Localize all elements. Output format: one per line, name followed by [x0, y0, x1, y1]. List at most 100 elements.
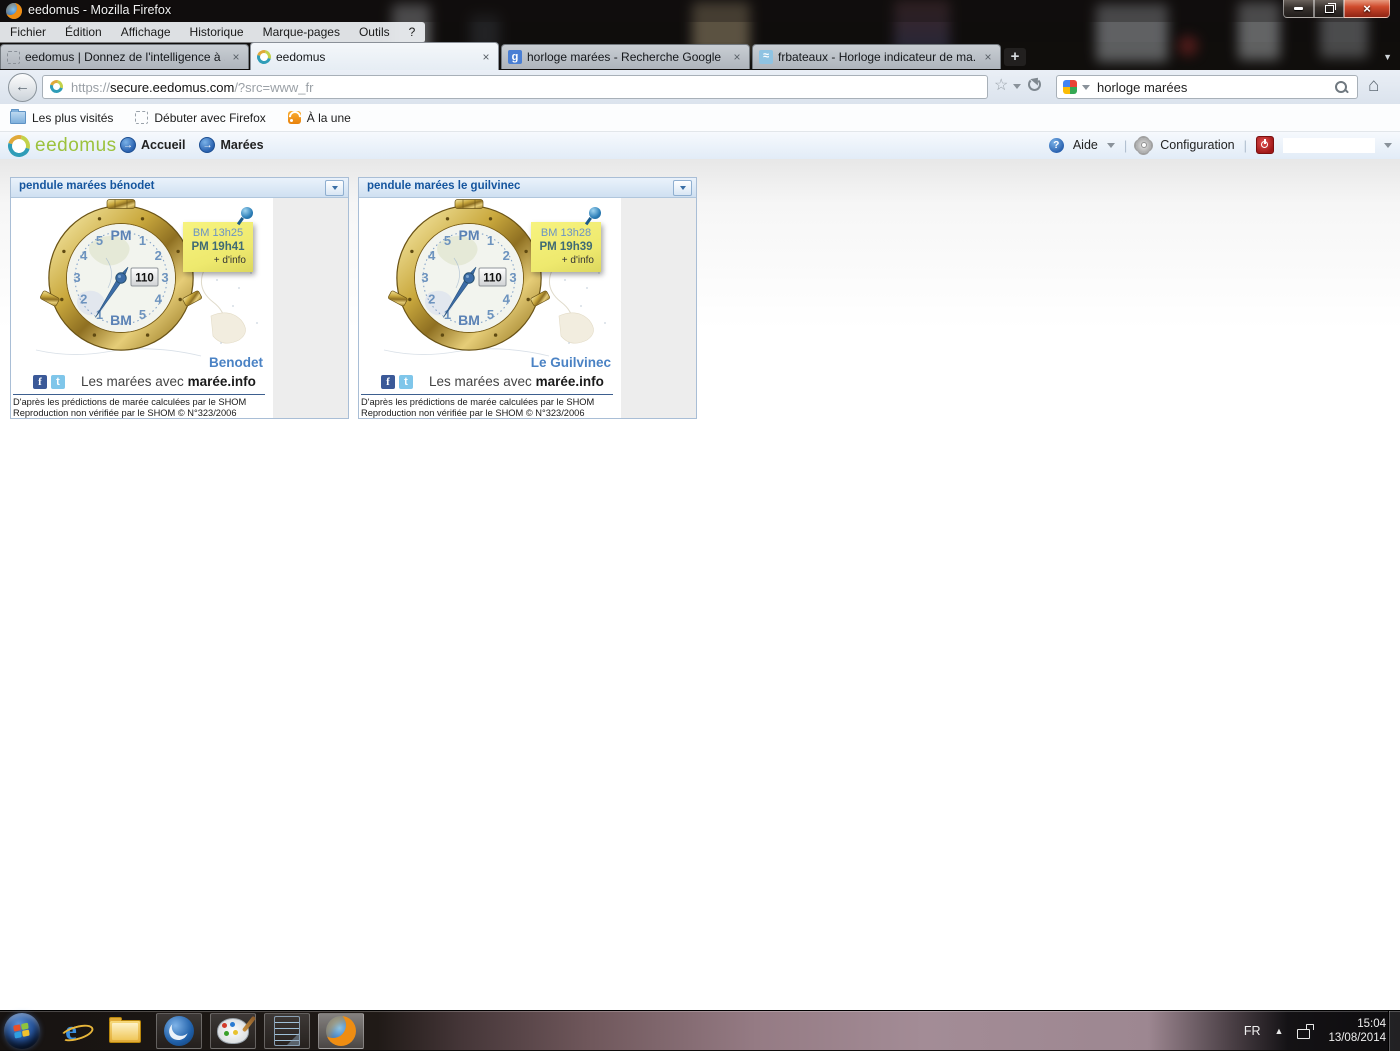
- menu-fichier[interactable]: Fichier: [10, 25, 46, 39]
- nav-label: Marées: [220, 138, 263, 152]
- search-input[interactable]: [1095, 77, 1329, 97]
- minimize-button[interactable]: [1283, 0, 1314, 18]
- menu-outils[interactable]: Outils: [359, 25, 390, 39]
- firefox-window-icon: [6, 3, 22, 19]
- tab-close-icon[interactable]: ×: [982, 50, 994, 64]
- google-search-icon[interactable]: [1063, 80, 1077, 94]
- clock-number: 5: [444, 233, 451, 248]
- home-icon[interactable]: ⌂: [1368, 73, 1379, 99]
- restore-button[interactable]: [1314, 0, 1344, 18]
- help-dropdown-icon[interactable]: [1107, 143, 1115, 148]
- facebook-icon[interactable]: f: [33, 375, 47, 389]
- window-controls: ×: [1283, 0, 1390, 18]
- tab-eedomus-www[interactable]: eedomus | Donnez de l'intelligence à ...…: [0, 44, 249, 69]
- tab-eedomus-app[interactable]: eedomus ×: [250, 42, 499, 70]
- taskbar-internet-explorer[interactable]: e: [48, 1013, 94, 1049]
- arrow-circle-icon: →: [120, 137, 136, 153]
- url-bar[interactable]: https://secure.eedomus.com/?src=www_fr: [42, 75, 988, 99]
- menu-affichage[interactable]: Affichage: [121, 25, 171, 39]
- configuration-menu[interactable]: Configuration: [1160, 138, 1234, 152]
- high-tide-time: PM 19h39: [531, 240, 601, 254]
- tide-times-note[interactable]: BM 13h28 PM 19h39 + d'info: [531, 222, 601, 272]
- nav-marees[interactable]: → Marées: [199, 137, 263, 153]
- logout-power-icon[interactable]: [1256, 136, 1274, 154]
- new-tab-button[interactable]: +: [1004, 48, 1026, 66]
- language-indicator[interactable]: FR: [1244, 1024, 1261, 1038]
- tab-close-icon[interactable]: ×: [731, 50, 743, 64]
- menu-bar: Fichier Édition Affichage Historique Mar…: [0, 22, 1400, 42]
- twitter-icon[interactable]: t: [399, 375, 413, 389]
- clock-number: 3: [161, 270, 168, 285]
- taskbar-explorer[interactable]: [102, 1013, 148, 1049]
- search-icon[interactable]: [1335, 81, 1347, 93]
- coefficient-value: 110: [135, 273, 154, 285]
- facebook-icon[interactable]: f: [381, 375, 395, 389]
- bookmark-most-visited[interactable]: Les plus visités: [10, 111, 113, 125]
- tray-clock[interactable]: 15:04 13/08/2014: [1328, 1017, 1386, 1045]
- divider: [361, 394, 613, 395]
- tab-overflow-icon[interactable]: ▼: [1383, 52, 1392, 62]
- firefox-icon: [326, 1016, 356, 1046]
- show-desktop-button[interactable]: [1388, 1011, 1400, 1051]
- tab-strip: eedomus | Donnez de l'intelligence à ...…: [0, 42, 1400, 70]
- close-button[interactable]: ×: [1344, 0, 1390, 18]
- taskbar-paint[interactable]: [210, 1013, 256, 1049]
- clock-number: 2: [503, 248, 510, 263]
- menu-aide[interactable]: ?: [409, 25, 416, 39]
- arrow-circle-icon: →: [199, 137, 215, 153]
- eedomus-toolbar: eedomus → Accueil → Marées ? Aide | Conf…: [0, 132, 1400, 161]
- taskbar-notepad[interactable]: [264, 1013, 310, 1049]
- bookmark-label: Débuter avec Firefox: [154, 111, 265, 125]
- bookmark-star-icon[interactable]: ☆: [994, 77, 1008, 95]
- tab-close-icon[interactable]: ×: [480, 50, 492, 64]
- windows-logo-icon: [13, 1022, 31, 1039]
- widget-menu-button[interactable]: [325, 180, 344, 196]
- tide-clock-frame: PM 1 2 3 4 5 BM 1 2 3 4 5 110: [11, 198, 273, 418]
- widget-header[interactable]: pendule marées bénodet: [11, 178, 348, 198]
- more-info-link[interactable]: + d'info: [183, 254, 253, 267]
- bookmark-latest-headlines[interactable]: À la une: [288, 111, 351, 125]
- search-engine-dropdown-icon[interactable]: [1082, 85, 1090, 90]
- url-host: secure.eedomus.com: [110, 80, 234, 95]
- tab-frbateaux[interactable]: ≈ frbateaux - Horloge indicateur de ma..…: [752, 44, 1001, 69]
- widget-menu-button[interactable]: [673, 180, 692, 196]
- taskbar-firefox[interactable]: [318, 1013, 364, 1049]
- help-menu[interactable]: Aide: [1073, 138, 1098, 152]
- menu-historique[interactable]: Historique: [190, 25, 244, 39]
- reload-icon[interactable]: [1028, 78, 1041, 91]
- user-dropdown-icon[interactable]: [1384, 143, 1392, 148]
- window-title: eedomus - Mozilla Firefox: [28, 3, 171, 17]
- minimize-icon: [1294, 7, 1303, 10]
- widget-header[interactable]: pendule marées le guilvinec: [359, 178, 696, 198]
- menu-edition[interactable]: Édition: [65, 25, 102, 39]
- hidden-icons-arrow[interactable]: ▲: [1275, 1026, 1284, 1036]
- nav-accueil[interactable]: → Accueil: [120, 137, 185, 153]
- maree-info-brand[interactable]: marée.info: [188, 374, 256, 389]
- url-text: https://secure.eedomus.com/?src=www_fr: [71, 80, 313, 95]
- network-icon[interactable]: [1297, 1024, 1314, 1039]
- notepad-icon: [274, 1016, 300, 1046]
- porthole-hinge: [455, 200, 483, 209]
- tab-google-search[interactable]: g horloge marées - Recherche Google ×: [501, 44, 750, 69]
- clock-number: 3: [509, 270, 516, 285]
- start-button[interactable]: [4, 1013, 40, 1049]
- clock-number: 5: [96, 233, 103, 248]
- maree-info-brand[interactable]: marée.info: [536, 374, 604, 389]
- back-button[interactable]: ←: [8, 73, 37, 102]
- eedomus-logo[interactable]: eedomus: [8, 135, 117, 157]
- bookmark-dropdown-icon[interactable]: [1013, 84, 1021, 89]
- twitter-icon[interactable]: t: [51, 375, 65, 389]
- taskbar-thunderbird[interactable]: [156, 1013, 202, 1049]
- placeholder-icon: [7, 51, 20, 64]
- tide-times-note[interactable]: BM 13h25 PM 19h41 + d'info: [183, 222, 253, 272]
- nav-label: Accueil: [141, 138, 185, 152]
- search-bar[interactable]: [1056, 75, 1358, 99]
- bookmark-getting-started[interactable]: Débuter avec Firefox: [135, 111, 265, 125]
- label-pm: PM: [459, 227, 480, 243]
- tray-date: 13/08/2014: [1328, 1031, 1386, 1045]
- chevron-down-icon: [332, 186, 338, 190]
- low-tide-time: BM 13h28: [531, 227, 601, 240]
- more-info-link[interactable]: + d'info: [531, 254, 601, 267]
- menu-marque-pages[interactable]: Marque-pages: [263, 25, 340, 39]
- tab-close-icon[interactable]: ×: [230, 50, 242, 64]
